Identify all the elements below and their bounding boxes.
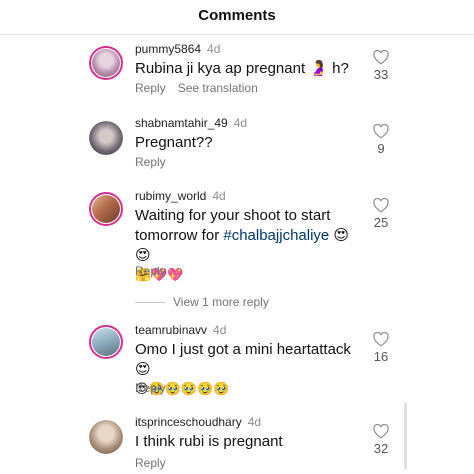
avatar[interactable] — [89, 192, 123, 226]
comment-age: 4d — [207, 42, 221, 56]
username[interactable]: shabnamtahir_49 — [135, 116, 228, 130]
view-more-replies-button[interactable]: View 1 more reply — [135, 295, 269, 309]
avatar-image — [89, 420, 123, 454]
reply-button[interactable]: Reply — [135, 155, 166, 169]
reply-button[interactable]: Reply — [135, 456, 166, 470]
comment-meta: pummy5864 4d — [135, 42, 220, 56]
reply-button[interactable]: Reply — [135, 81, 166, 95]
scrollbar[interactable] — [404, 402, 407, 470]
heart-outline-icon — [368, 124, 394, 139]
like-count: 25 — [373, 215, 389, 230]
heart-outline-icon — [368, 424, 394, 439]
avatar-image — [89, 121, 123, 155]
heart-outline-icon — [368, 198, 394, 213]
comment-age: 4d — [212, 189, 226, 203]
like-count: 32 — [373, 441, 389, 456]
comment-text: I think rubi is pregnant — [135, 433, 283, 450]
page-title: Comments — [198, 7, 276, 24]
avatar[interactable] — [89, 420, 123, 454]
see-translation-button[interactable]: See translation — [178, 81, 258, 95]
avatar[interactable] — [89, 325, 123, 359]
comment-meta: itsprinceschoudhary 4d — [135, 415, 261, 429]
comment-actions: Reply — [135, 456, 166, 470]
heart-outline-icon — [368, 50, 394, 65]
like-count: 9 — [377, 141, 385, 156]
like-button[interactable]: 9 — [368, 124, 394, 156]
comment-text-line: tomorrow for #chalbajjchaliye 😍😍 — [135, 226, 360, 266]
avatar[interactable] — [89, 46, 123, 80]
avatar-image — [92, 328, 120, 356]
avatar[interactable] — [89, 121, 123, 155]
comment-text: Waiting for your shoot to start tomorrow… — [135, 206, 360, 286]
username[interactable]: teamrubinavv — [135, 323, 207, 337]
comment-age: 4d — [247, 415, 262, 429]
comment-meta: rubimy_world 4d — [135, 189, 226, 203]
comment-actions: Reply — [135, 264, 166, 278]
view-more-label: View 1 more reply — [173, 295, 269, 309]
like-button[interactable]: 16 — [368, 332, 394, 364]
header-divider — [0, 34, 474, 35]
comments-header: Comments — [0, 0, 474, 34]
avatar-image — [92, 49, 120, 77]
comment-age: 4d — [233, 116, 248, 130]
comment-text: Omo I just got a mini heartattack 😍 😍🥹🥹🥹… — [135, 340, 360, 400]
comment-actions: Reply — [135, 381, 166, 395]
username[interactable]: pummy5864 — [135, 42, 201, 56]
hashtag-link[interactable]: #chalbajjchaliye — [223, 227, 329, 244]
like-button[interactable]: 32 — [368, 424, 394, 456]
reply-button[interactable]: Reply — [135, 381, 166, 395]
like-button[interactable]: 25 — [368, 198, 394, 230]
comment-meta: shabnamtahir_49 4d — [135, 116, 247, 130]
comment-emoji-line: 🤗💖💖 — [135, 268, 184, 283]
comment-text: Pregnant?? — [135, 134, 213, 151]
comment-text-line: Waiting for your shoot to start — [135, 207, 331, 224]
avatar-image — [92, 195, 120, 223]
comment-actions: Reply — [135, 155, 166, 169]
comment-text: Rubina ji kya ap pregnant 🤰 h? — [135, 60, 349, 77]
comment-emoji-line: 😍🥹🥹🥹🥹🥹 — [135, 382, 230, 397]
comment-actions: Reply See translation — [135, 81, 258, 95]
like-button[interactable]: 33 — [368, 50, 394, 82]
like-count: 16 — [373, 349, 389, 364]
username[interactable]: itsprinceschoudhary — [135, 415, 242, 429]
comment-text-line: Omo I just got a mini heartattack 😍 — [135, 341, 351, 378]
divider-line — [135, 302, 165, 304]
comment-text-fragment: tomorrow for — [135, 227, 224, 244]
username[interactable]: rubimy_world — [135, 189, 206, 203]
comment-age: 4d — [213, 323, 227, 337]
like-count: 33 — [373, 67, 389, 82]
heart-outline-icon — [368, 332, 394, 347]
reply-button[interactable]: Reply — [135, 264, 166, 278]
comment-meta: teamrubinavv 4d — [135, 323, 226, 337]
